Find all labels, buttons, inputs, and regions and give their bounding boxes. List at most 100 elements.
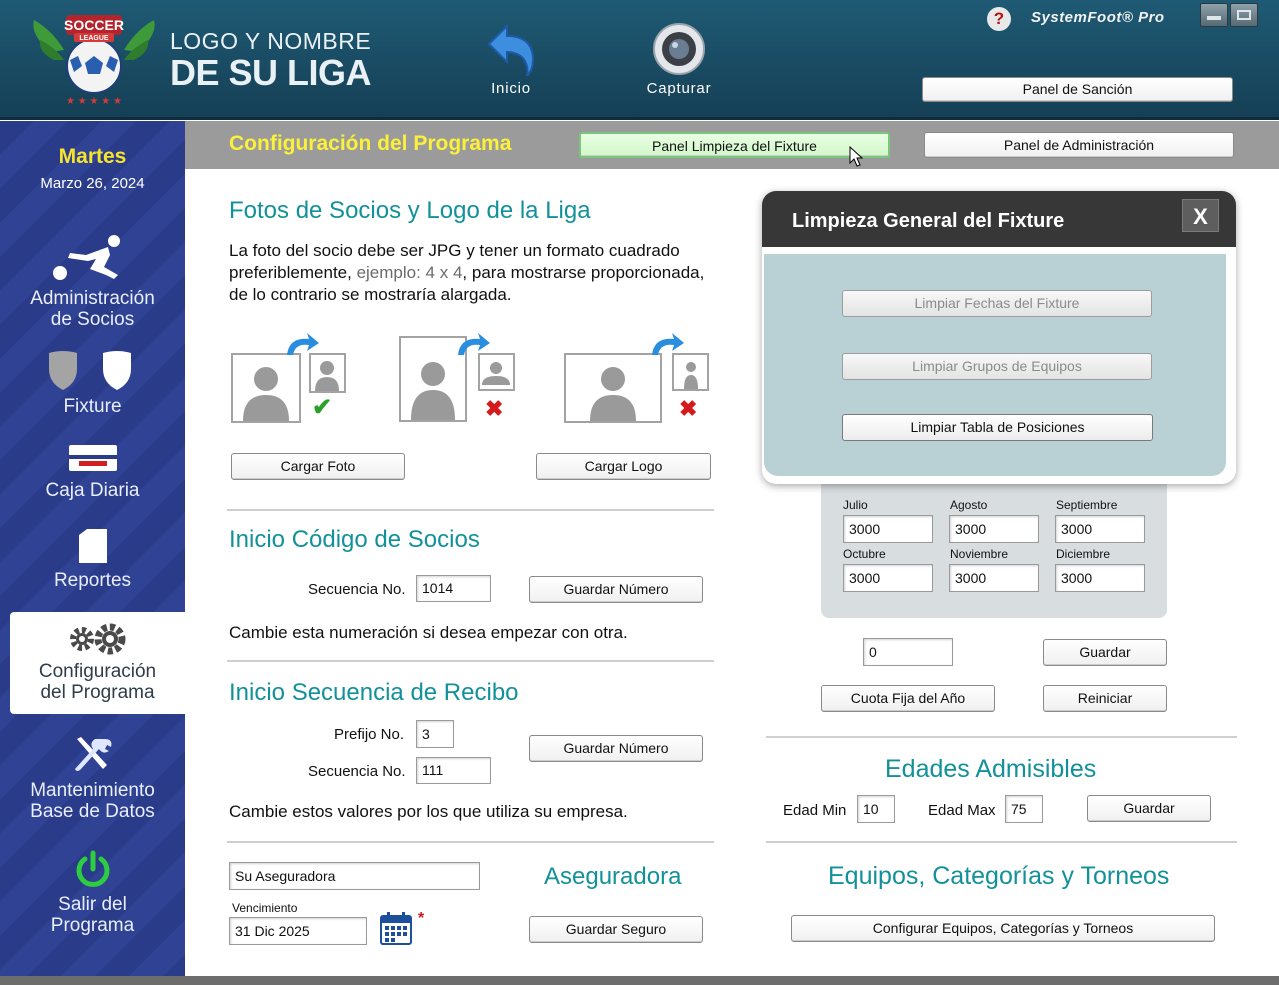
sidebar-item-reportes[interactable]: Reportes — [0, 527, 185, 591]
sidebar-item-mantenimiento[interactable]: Mantenimiento Base de Datos — [0, 735, 185, 822]
minimize-button[interactable] — [1200, 3, 1228, 27]
mouse-cursor-icon — [849, 146, 863, 167]
edad-min-input[interactable]: 10 — [857, 795, 895, 823]
league-name-line2: DE SU LIGA — [170, 52, 372, 93]
aseguradora-name-input[interactable]: Su Aseguradora — [229, 862, 480, 890]
maximize-icon — [1237, 10, 1251, 20]
month-label: Septiembre — [1056, 498, 1118, 512]
date-label: Marzo 26, 2024 — [40, 175, 145, 192]
dialog-title: Limpieza General del Fixture — [792, 210, 1065, 232]
date-display: Martes Marzo 26, 2024 — [0, 145, 185, 192]
photo-frame-wide — [564, 353, 662, 423]
x-mark-icon: ✖ — [485, 396, 504, 421]
month-label: Octubre — [843, 547, 886, 561]
help-icon[interactable]: ? — [987, 7, 1011, 31]
curved-arrow-icon — [287, 333, 319, 355]
curved-arrow-icon — [652, 333, 684, 355]
panel-admin-button[interactable]: Panel de Administración — [924, 132, 1234, 158]
close-button[interactable]: X — [1182, 199, 1219, 232]
calendar-icon[interactable] — [380, 911, 412, 945]
capturar-label: Capturar — [646, 80, 712, 97]
shields-icon — [48, 351, 131, 390]
codigo-secuencia-input[interactable]: 1014 — [416, 575, 491, 602]
guardar-seguro-button[interactable]: Guardar Seguro — [529, 916, 703, 943]
codigo-note: Cambie esta numeración si desea empezar … — [229, 623, 628, 642]
reiniciar-button[interactable]: Reiniciar — [1043, 685, 1167, 712]
cargar-foto-button[interactable]: Cargar Foto — [231, 453, 405, 480]
cuota-fija-input[interactable]: 0 — [863, 638, 953, 666]
person-silhouette-icon — [684, 362, 698, 389]
month-value-input[interactable]: 3000 — [1055, 564, 1145, 592]
capturar-button[interactable]: Capturar — [640, 22, 718, 97]
power-icon — [76, 850, 109, 887]
person-silhouette-icon — [315, 361, 339, 391]
photo-frame-small — [672, 353, 709, 391]
month-value-input[interactable]: 3000 — [843, 515, 933, 543]
sidebar-item-administracion-socios[interactable]: Administración de Socios — [0, 233, 185, 330]
minimize-icon — [1207, 16, 1221, 20]
x-mark-icon: ✖ — [679, 396, 698, 421]
vencimiento-label: Vencimiento — [232, 901, 298, 915]
divider — [227, 660, 714, 662]
configurar-equipos-button[interactable]: Configurar Equipos, Categorías y Torneos — [791, 915, 1215, 942]
svg-text:★ ★ ★ ★ ★: ★ ★ ★ ★ ★ — [66, 96, 122, 107]
gears-icon — [69, 623, 125, 655]
limpiar-fechas-button[interactable]: Limpiar Fechas del Fixture — [842, 290, 1152, 317]
app-header: SOCCER LEAGUE ★ ★ ★ ★ ★ LOGO Y NOMBRE DE… — [0, 0, 1279, 120]
maximize-button[interactable] — [1230, 3, 1258, 27]
recibo-prefijo-input[interactable]: 3 — [416, 720, 454, 748]
league-logo-icon: SOCCER LEAGUE ★ ★ ★ ★ ★ — [33, 15, 155, 107]
cash-register-icon — [68, 445, 117, 471]
sidebar-label: Salir del — [58, 894, 127, 915]
sidebar-label: Mantenimiento — [30, 780, 155, 801]
month-value-input[interactable]: 3000 — [949, 564, 1039, 592]
sidebar-item-fixture[interactable]: Fixture — [0, 349, 185, 417]
edad-max-label: Edad Max — [928, 802, 996, 819]
sidebar-label: de Socios — [50, 309, 135, 330]
fotos-text-example: ejemplo: 4 x 4 — [356, 263, 463, 282]
fotos-section-title: Fotos de Socios y Logo de la Liga — [229, 197, 591, 224]
guardar-recibo-button[interactable]: Guardar Número — [529, 735, 703, 762]
bottom-strip — [0, 976, 1279, 985]
panel-limpieza-button[interactable]: Panel Limpieza del Fixture — [579, 132, 890, 158]
sidebar-item-configuracion[interactable]: Configuración del Programa — [10, 612, 185, 714]
aseguradora-section-title: Aseguradora — [544, 863, 682, 890]
sidebar-label: Base de Datos — [30, 801, 155, 822]
limpiar-tabla-button[interactable]: Limpiar Tabla de Posiciones — [842, 414, 1153, 441]
sidebar-label: Caja Diaria — [45, 480, 140, 501]
month-value-input[interactable]: 3000 — [1055, 515, 1145, 543]
brand-name: SystemFoot® Pro — [1031, 9, 1165, 26]
cargar-logo-button[interactable]: Cargar Logo — [536, 453, 711, 480]
month-value-input[interactable]: 3000 — [949, 515, 1039, 543]
recibo-secuencia-label: Secuencia No. — [308, 763, 406, 780]
sidebar-label: Fixture — [63, 396, 122, 417]
guardar-cuota-button[interactable]: Guardar — [1043, 639, 1167, 666]
league-name: LOGO Y NOMBRE DE SU LIGA — [170, 30, 372, 93]
divider — [227, 509, 714, 511]
vencimiento-input[interactable]: 31 Dic 2025 — [229, 917, 367, 945]
guardar-edades-button[interactable]: Guardar — [1087, 795, 1211, 822]
sidebar-label: Configuración — [38, 661, 157, 682]
curved-arrow-icon — [458, 333, 490, 355]
divider — [766, 841, 1237, 843]
sidebar-item-caja-diaria[interactable]: Caja Diaria — [0, 443, 185, 501]
person-silhouette-icon — [482, 362, 510, 385]
limpieza-fixture-dialog: Limpieza General del Fixture X Limpiar F… — [762, 191, 1236, 484]
checkmark-icon: ✔ — [312, 394, 333, 421]
sidebar-label: Administración — [30, 288, 155, 309]
limpiar-grupos-button[interactable]: Limpiar Grupos de Equipos — [842, 353, 1152, 380]
person-silhouette-icon — [243, 367, 289, 421]
panel-sancion-button[interactable]: Panel de Sanción — [922, 77, 1233, 102]
recibo-secuencia-input[interactable]: 111 — [416, 757, 491, 784]
inicio-button[interactable]: Inicio — [480, 22, 542, 97]
photo-frame-small — [478, 353, 515, 391]
sidebar-item-salir[interactable]: Salir del Programa — [0, 849, 185, 936]
codigo-section-title: Inicio Código de Socios — [229, 526, 480, 553]
guardar-codigo-button[interactable]: Guardar Número — [529, 576, 703, 603]
month-label: Diciembre — [1056, 547, 1111, 561]
cuota-fija-button[interactable]: Cuota Fija del Año — [821, 685, 995, 712]
page-title: Configuración del Programa — [229, 132, 512, 155]
recibo-section-title: Inicio Secuencia de Recibo — [229, 679, 519, 706]
month-value-input[interactable]: 3000 — [843, 564, 933, 592]
edad-max-input[interactable]: 75 — [1005, 795, 1043, 823]
